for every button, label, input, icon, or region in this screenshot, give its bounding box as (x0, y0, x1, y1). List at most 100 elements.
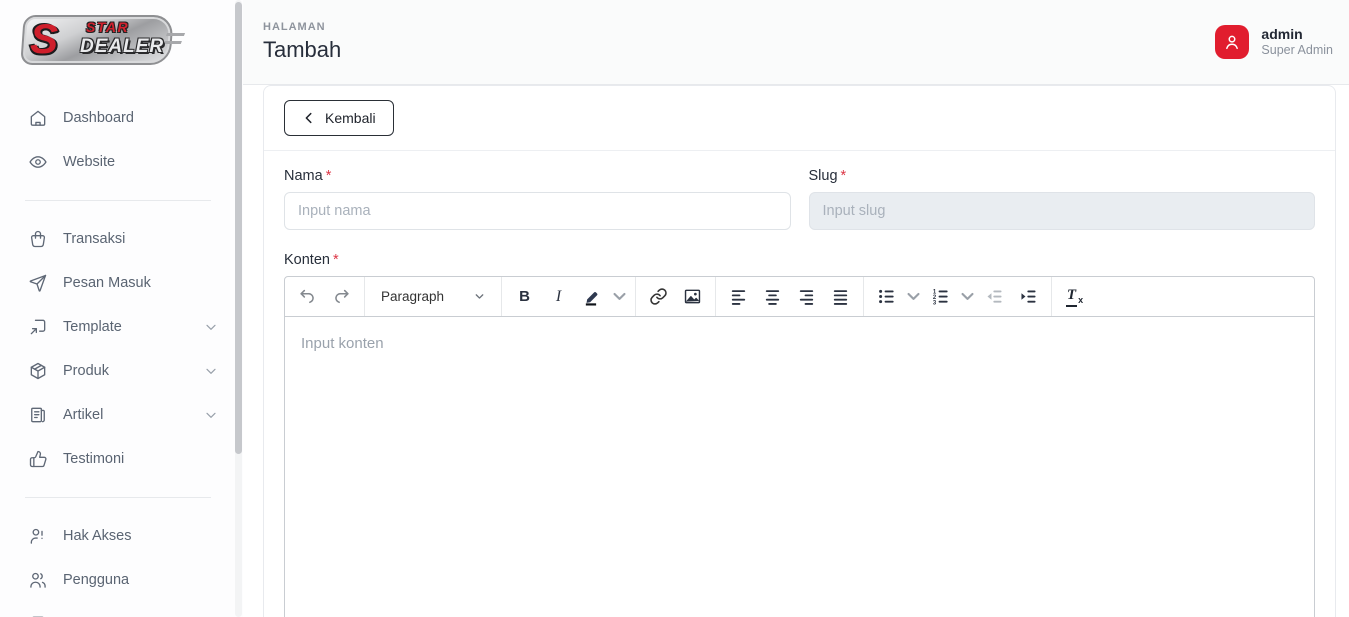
numbered-list-icon: 123 (931, 287, 950, 306)
home-icon (28, 108, 48, 128)
required-asterisk: * (841, 168, 847, 184)
numbered-list-dropdown[interactable] (959, 281, 976, 312)
insert-image-button[interactable] (677, 281, 708, 312)
link-icon (649, 287, 668, 306)
sidebar-scrollbar-thumb[interactable] (235, 2, 242, 454)
image-icon (683, 287, 702, 306)
align-left-icon (729, 287, 748, 306)
page-title: Tambah (263, 37, 341, 63)
top-header: HALAMAN Tambah admin Super Admin (243, 0, 1349, 85)
sidebar-item-website[interactable]: Website (0, 140, 243, 184)
editor-placeholder: Input konten (301, 335, 384, 352)
sidebar-item-label: Artikel (63, 407, 188, 423)
shopping-bag-icon (28, 229, 48, 249)
main-area: HALAMAN Tambah admin Super Admin Kembali (243, 0, 1349, 617)
sidebar-divider (25, 497, 211, 498)
sidebar-item-label: Testimoni (63, 451, 219, 467)
remove-format-button[interactable]: Tx (1059, 281, 1090, 312)
indent-button[interactable] (1013, 281, 1044, 312)
highlight-dropdown[interactable] (611, 281, 628, 312)
align-justify-button[interactable] (825, 281, 856, 312)
chevron-down-icon (474, 291, 485, 302)
sidebar-item-menu[interactable]: Menu (0, 602, 243, 617)
sidebar-item-hak-akses[interactable]: Hak Akses (0, 514, 243, 558)
paragraph-dropdown[interactable]: Paragraph (372, 281, 494, 312)
chevron-down-icon (611, 287, 628, 306)
back-button-label: Kembali (325, 110, 376, 126)
redo-button[interactable] (326, 281, 357, 312)
user-text-block: admin Super Admin (1261, 26, 1333, 58)
bulleted-list-dropdown[interactable] (905, 281, 922, 312)
slug-input (809, 192, 1316, 230)
align-center-button[interactable] (757, 281, 788, 312)
nama-input[interactable] (284, 192, 791, 230)
sidebar-item-label: Produk (63, 363, 188, 379)
sidebar-item-label: Dashboard (63, 110, 219, 126)
slug-label: Slug* (809, 168, 1316, 184)
editor-toolbar: Paragraph B I (285, 277, 1314, 317)
highlight-button[interactable] (577, 281, 608, 312)
sidebar-item-produk[interactable]: Produk (0, 349, 243, 393)
nama-label: Nama* (284, 168, 791, 184)
eye-icon (28, 152, 48, 172)
sidebar-item-testimoni[interactable]: Testimoni (0, 437, 243, 481)
card-toolbar-row: Kembali (264, 86, 1335, 151)
toolbar-group-lists: 123 (864, 277, 1052, 316)
sidebar-item-dashboard[interactable]: Dashboard (0, 96, 243, 140)
chevron-down-icon (203, 407, 219, 423)
app-logo[interactable]: S STAR DEALER (22, 13, 187, 69)
sidebar-item-template[interactable]: Template (0, 305, 243, 349)
sidebar-item-label: Template (63, 319, 188, 335)
send-icon (28, 273, 48, 293)
sidebar-item-pengguna[interactable]: Pengguna (0, 558, 243, 602)
app-root: S STAR DEALER Dashboard Website (0, 0, 1349, 617)
user-exclamation-icon (28, 526, 48, 546)
toolbar-group-history (285, 277, 365, 316)
italic-button[interactable]: I (543, 281, 574, 312)
numbered-list-button[interactable]: 123 (925, 281, 956, 312)
logo-word-dealer: DEALER (80, 36, 164, 58)
align-right-button[interactable] (791, 281, 822, 312)
indent-icon (1019, 287, 1038, 306)
sidebar-item-pesan-masuk[interactable]: Pesan Masuk (0, 261, 243, 305)
outdent-icon (985, 287, 1004, 306)
chevron-left-icon (302, 111, 316, 125)
bulleted-list-button[interactable] (871, 281, 902, 312)
user-role: Super Admin (1261, 43, 1333, 58)
bulleted-list-icon (877, 287, 896, 306)
sidebar: S STAR DEALER Dashboard Website (0, 0, 243, 617)
logo-monogram: S (30, 13, 58, 65)
align-left-button[interactable] (723, 281, 754, 312)
back-button[interactable]: Kembali (284, 100, 394, 136)
sidebar-item-transaksi[interactable]: Transaksi (0, 217, 243, 261)
sidebar-item-artikel[interactable]: Artikel (0, 393, 243, 437)
sidebar-item-label: Pesan Masuk (63, 275, 219, 291)
required-asterisk: * (333, 252, 339, 268)
undo-button[interactable] (292, 281, 323, 312)
sidebar-item-label: Transaksi (63, 231, 219, 247)
toolbar-group-insert (636, 277, 716, 316)
chevron-down-icon (203, 319, 219, 335)
konten-field-group: Konten* (284, 252, 1315, 617)
editor-content[interactable]: Input konten (285, 317, 1314, 617)
slug-field-group: Slug* (809, 168, 1316, 230)
page-eyebrow: HALAMAN (263, 21, 341, 33)
svg-text:3: 3 (933, 300, 937, 306)
bold-button[interactable]: B (509, 281, 540, 312)
outdent-button[interactable] (979, 281, 1010, 312)
undo-icon (298, 287, 317, 306)
user-name: admin (1261, 26, 1333, 43)
sidebar-item-label: Website (63, 154, 219, 170)
nama-field-group: Nama* (284, 168, 791, 230)
user-menu[interactable]: admin Super Admin (1209, 21, 1339, 63)
toolbar-group-remove-format: Tx (1052, 277, 1314, 316)
link-button[interactable] (643, 281, 674, 312)
konten-label: Konten* (284, 252, 1315, 268)
form-area: Nama* Slug* Konten* (264, 151, 1335, 617)
template-icon (28, 317, 48, 337)
sidebar-scrollbar-track[interactable] (235, 0, 242, 617)
toolbar-group-format: B I (502, 277, 636, 316)
align-justify-icon (831, 287, 850, 306)
redo-icon (332, 287, 351, 306)
chevron-down-icon (959, 287, 976, 306)
